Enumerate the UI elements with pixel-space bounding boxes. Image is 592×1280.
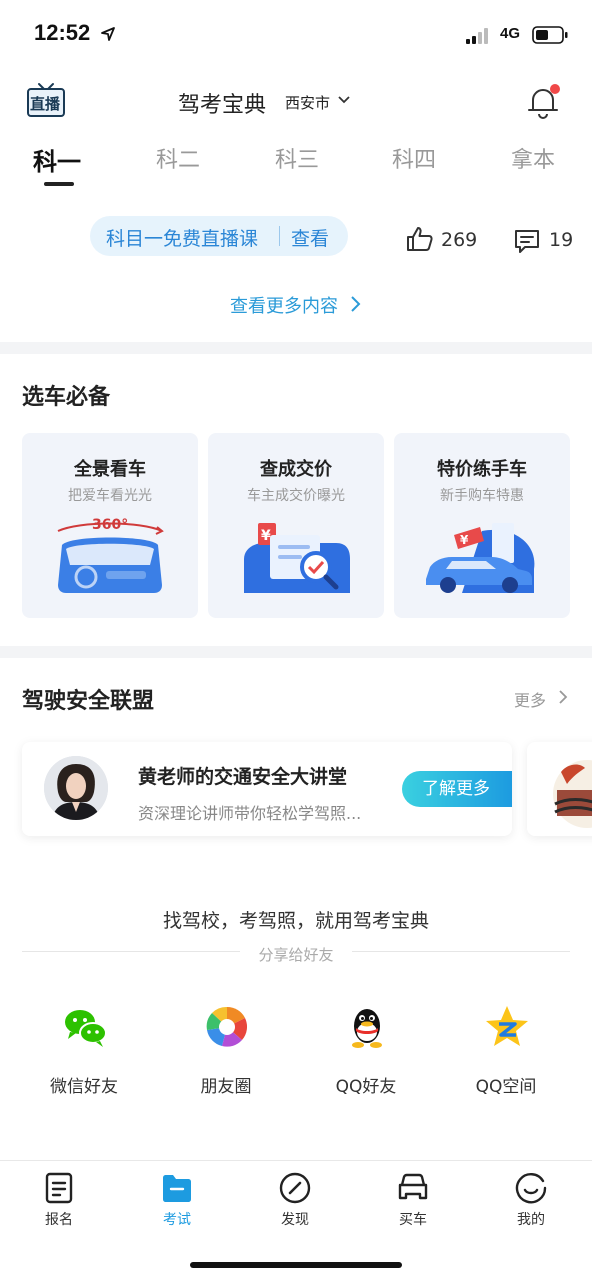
- tab-indicator: [44, 182, 74, 186]
- live-view-button[interactable]: 查看: [291, 224, 329, 251]
- safety-section-title: 驾驶安全联盟: [22, 689, 155, 714]
- tab-subject-2[interactable]: 科二: [156, 142, 200, 174]
- comment-count: 19: [549, 229, 574, 251]
- card-badge: 360°: [92, 517, 128, 533]
- discount-car-illustration: ¥: [426, 523, 535, 593]
- section-divider: [0, 646, 592, 658]
- home-indicator: [190, 1262, 402, 1268]
- share-item-label: 微信好友: [50, 1077, 118, 1097]
- compass-icon: [279, 1172, 311, 1204]
- card-title: 特价练手车: [437, 459, 527, 480]
- share-label: 分享给好友: [258, 946, 334, 964]
- profile-icon: [515, 1173, 547, 1204]
- alliance-logo-icon: [553, 760, 592, 828]
- teacher-portrait-icon: [44, 756, 108, 820]
- car-section-title: 选车必备: [22, 385, 111, 410]
- card-subtitle: 车主成交价曝光: [247, 488, 345, 504]
- moments-icon: [206, 1006, 248, 1047]
- avatar: [44, 756, 108, 820]
- wechat-icon: [65, 1010, 107, 1047]
- card-title: 查成交价: [260, 459, 332, 480]
- chevron-right-icon[interactable]: [558, 689, 568, 705]
- signal-icon: [466, 28, 488, 44]
- next-alliance-card[interactable]: [527, 742, 592, 836]
- app-title: 驾考宝典: [178, 93, 267, 118]
- nav-item-profile[interactable]: 我的: [472, 1171, 590, 1231]
- live-course-label[interactable]: 科目一免费直播课: [106, 224, 258, 251]
- qzone-icon: [486, 1006, 528, 1046]
- tab-get-license[interactable]: 拿本: [511, 142, 555, 174]
- live-pill-divider: [279, 226, 280, 246]
- thumbs-up-icon[interactable]: [406, 226, 434, 252]
- transaction-price-card[interactable]: 查成交价 车主成交价曝光 ¥: [208, 433, 384, 618]
- nav-item-signup[interactable]: 报名: [0, 1171, 118, 1231]
- card-subtitle: 把爱车看光光: [68, 488, 152, 504]
- panorama-car-card[interactable]: 全景看车 把爱车看光光 360°: [22, 433, 198, 618]
- status-bar: 12:52 4G: [0, 0, 592, 70]
- card-badge: ¥: [261, 528, 271, 544]
- teacher-lecture-desc: 资深理论讲师带你轻松学驾照...: [138, 804, 362, 823]
- nav-label: 报名: [45, 1212, 73, 1228]
- battery-icon: [532, 26, 568, 44]
- teacher-lecture-title: 黄老师的交通安全大讲堂: [138, 766, 348, 788]
- section-divider: [0, 342, 592, 354]
- card-subtitle: 新手购车特惠: [440, 488, 524, 504]
- tab-subject-4[interactable]: 科四: [392, 142, 436, 174]
- tab-subject-1[interactable]: 科一: [33, 142, 81, 177]
- nav-item-buy-car[interactable]: 买车: [354, 1171, 472, 1231]
- bell-icon: [528, 84, 560, 119]
- card-badge: ¥: [460, 533, 469, 547]
- share-slogan: 找驾校，考驾照，就用驾考宝典: [162, 910, 429, 932]
- folder-icon: [163, 1175, 191, 1202]
- nav-item-exam[interactable]: 考试: [118, 1171, 236, 1231]
- like-count: 269: [441, 229, 478, 251]
- panorama-car-illustration: 360°: [57, 517, 164, 593]
- city-selector[interactable]: 西安市: [285, 92, 330, 113]
- signup-icon: [45, 1172, 73, 1204]
- share-item-label: QQ好友: [335, 1077, 397, 1097]
- safety-more-link[interactable]: 更多: [514, 687, 546, 711]
- card-title: 全景看车: [74, 459, 146, 480]
- learn-more-button[interactable]: 了解更多: [402, 771, 512, 807]
- nav-label: 买车: [399, 1212, 427, 1228]
- status-time: 12:52: [34, 20, 91, 45]
- share-item-label: QQ空间: [475, 1077, 537, 1097]
- notification-button[interactable]: [524, 84, 562, 120]
- nav-label: 考试: [163, 1212, 191, 1228]
- chevron-down-icon[interactable]: [337, 95, 351, 105]
- share-item-label: 朋友圈: [200, 1077, 252, 1097]
- view-more-content-link[interactable]: 查看更多内容: [230, 292, 338, 318]
- live-button[interactable]: 直播: [26, 82, 66, 118]
- nav-label: 我的: [517, 1212, 545, 1228]
- comment-icon[interactable]: [513, 228, 541, 254]
- car-icon: [398, 1173, 428, 1200]
- location-arrow-icon: [101, 27, 115, 41]
- nav-label: 发现: [281, 1212, 309, 1228]
- live-badge-label: 直播: [30, 95, 61, 113]
- subject-tabs: 科一 科二 科三 科四 拿本: [0, 142, 592, 192]
- qq-icon: [352, 1009, 382, 1048]
- price-check-illustration: ¥: [244, 523, 350, 593]
- chevron-right-icon[interactable]: [349, 295, 361, 313]
- discount-practice-car-card[interactable]: 特价练手车 新手购车特惠 ¥: [394, 433, 570, 618]
- tab-subject-3[interactable]: 科三: [275, 142, 319, 174]
- network-label: 4G: [500, 25, 521, 42]
- nav-item-discover[interactable]: 发现: [236, 1171, 354, 1231]
